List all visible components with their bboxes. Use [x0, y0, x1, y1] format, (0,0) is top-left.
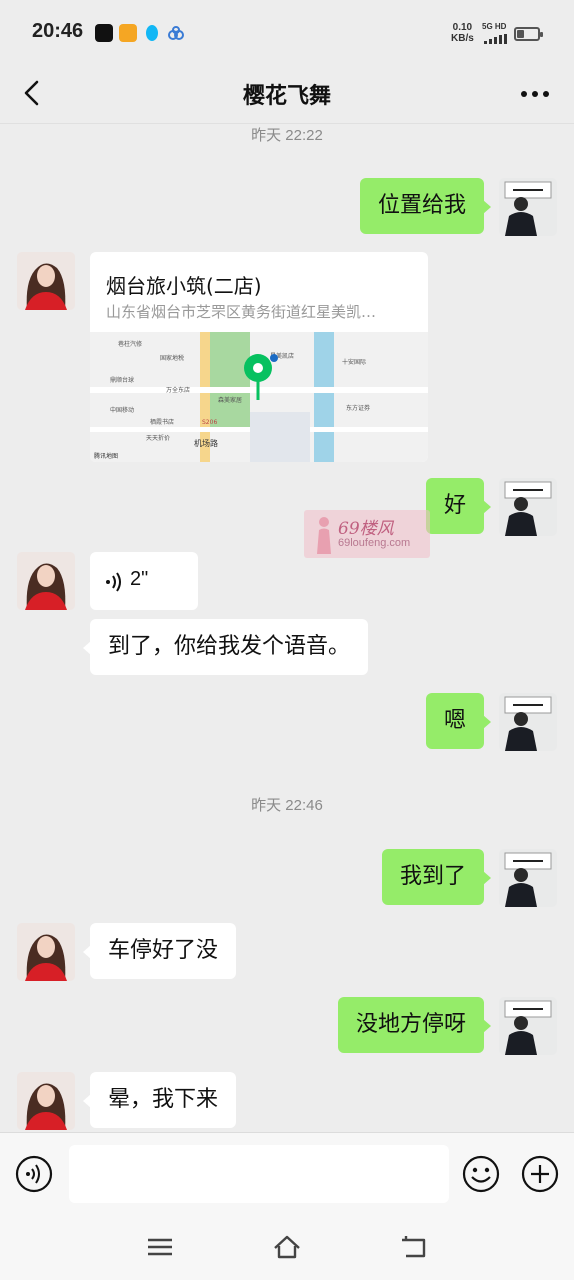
menu-icon[interactable]	[145, 1232, 175, 1262]
network-speed: 0.10 KB/s	[451, 22, 474, 44]
message-bubble-sent[interactable]: 我到了	[381, 849, 492, 905]
map-label: 万全东店	[166, 386, 190, 394]
cloud-app-icon	[167, 24, 185, 42]
voice-wave-icon	[106, 572, 121, 592]
metro-icon	[270, 354, 278, 362]
qq-icon	[143, 24, 161, 42]
map-label: 森美家居	[218, 396, 242, 404]
my-avatar[interactable]	[499, 478, 557, 536]
voice-message-bubble[interactable]: 2"	[90, 552, 198, 610]
plus-icon[interactable]	[520, 1154, 560, 1194]
voice-duration: 2"	[130, 568, 149, 590]
emoji-icon[interactable]	[461, 1154, 501, 1194]
more-dots-icon[interactable]	[520, 90, 550, 98]
tiktok-icon	[95, 24, 113, 42]
message-timestamp: 昨天 22:22	[251, 127, 323, 144]
message-input[interactable]	[69, 1145, 449, 1203]
voice-input-icon[interactable]	[14, 1154, 54, 1194]
message-bubble-sent[interactable]: 没地方停呀	[337, 997, 492, 1053]
map-label: 天天折价	[146, 434, 170, 442]
location-card[interactable]: 烟台旅小筑(二店) 山东省烟台市芝罘区黄务街道红星美凯… 巷柱汽修 国家地税 鼎…	[90, 252, 428, 462]
map-provider-label: 腾讯地图	[94, 452, 118, 460]
video-app-icon	[119, 24, 137, 42]
signal-icon	[484, 34, 507, 44]
system-nav-bar	[0, 1214, 574, 1280]
input-bar	[0, 1132, 574, 1214]
message-bubble-received[interactable]: 车停好了没	[82, 923, 237, 979]
map-label: 鼎顺台球	[110, 376, 134, 384]
my-avatar[interactable]	[499, 997, 557, 1055]
contact-avatar[interactable]	[17, 1072, 75, 1130]
my-avatar[interactable]	[499, 849, 557, 907]
status-bar: 20:46 0.10 KB/s 5G HD	[0, 0, 574, 62]
map-label: 东方证券	[346, 404, 370, 412]
my-avatar[interactable]	[499, 178, 557, 236]
battery-icon	[514, 27, 543, 41]
map-label: 中国移动	[110, 406, 134, 414]
map-label: S206	[202, 419, 217, 426]
network-type: 5G HD	[482, 22, 507, 31]
message-bubble-received[interactable]: 晕，我下来	[82, 1072, 237, 1128]
map-label: 十安国际	[342, 358, 366, 366]
watermark-figure-icon	[317, 517, 331, 554]
home-icon[interactable]	[272, 1232, 302, 1262]
message-bubble-sent[interactable]: 嗯	[425, 693, 492, 749]
my-avatar[interactable]	[499, 693, 557, 751]
chat-title: 樱花飞舞	[242, 84, 331, 109]
location-name: 烟台旅小筑(二店)	[106, 274, 262, 298]
message-timestamp: 昨天 22:46	[251, 797, 323, 814]
map-label: 栖霞书店	[150, 418, 174, 426]
map-label: 国家地税	[160, 354, 184, 362]
contact-avatar[interactable]	[17, 923, 75, 981]
contact-avatar[interactable]	[17, 252, 75, 310]
message-bubble-sent[interactable]: 好	[425, 478, 492, 534]
location-address: 山东省烟台市芝罘区黄务街道红星美凯…	[106, 303, 377, 321]
chat-header: 樱花飞舞	[0, 62, 574, 124]
message-bubble-sent[interactable]: 位置给我	[359, 178, 492, 234]
watermark: 69楼风 69loufeng.com	[304, 510, 430, 558]
message-bubble-received[interactable]: 到了，你给我发个语音。	[82, 619, 369, 675]
map-label: 巷柱汽修	[118, 340, 142, 348]
back-icon[interactable]	[400, 1232, 430, 1262]
map-road-label: 机场路	[194, 438, 218, 448]
contact-avatar[interactable]	[17, 552, 75, 610]
map-thumbnail[interactable]: 巷柱汽修 国家地税 鼎顺台球 万全东店 中国移动 栖霞书店 天天折价 十安国际 …	[90, 332, 428, 462]
status-time: 20:46	[32, 20, 84, 42]
